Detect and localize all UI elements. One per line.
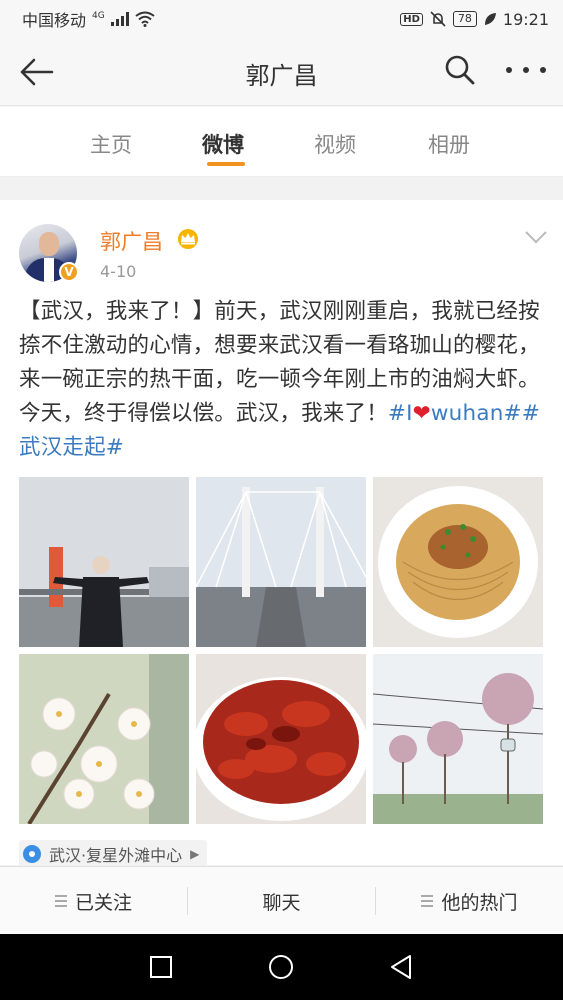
location-tag[interactable]: 武汉·复星外滩中心 ▶ [19, 840, 208, 865]
wifi-icon [135, 11, 155, 27]
battery-icon: 78 [452, 11, 477, 27]
profile-tabs: 主页 微博 视频 相册 [0, 107, 563, 177]
signal-icon [110, 12, 129, 26]
status-bar: 中国移动 4G HD 78 19:21 [0, 0, 563, 38]
photo-cherry-blossom[interactable] [19, 654, 189, 824]
hot-posts-button[interactable]: 他的热门 [376, 867, 563, 935]
photo-bridge[interactable] [196, 477, 366, 647]
page-title: 郭广昌 [245, 62, 318, 90]
hd-icon: HD [400, 12, 423, 26]
post-text: 【武汉，我来了！】前天，武汉刚刚重启，我就已经按捺不住激动的心情，想要来武汉看一… [19, 295, 549, 465]
photo-hot-dry-noodles[interactable] [373, 477, 543, 647]
network-label: 4G [92, 11, 105, 21]
tab-album[interactable]: 相册 [428, 129, 470, 159]
recent-apps-icon[interactable] [149, 955, 173, 979]
tab-weibo[interactable]: 微博 [202, 129, 244, 159]
carrier-label: 中国移动 [22, 11, 87, 30]
post-date: 4-10 [100, 262, 137, 281]
chevron-down-icon[interactable] [524, 230, 548, 244]
following-label: 已关注 [74, 891, 132, 914]
leaf-icon [484, 13, 496, 25]
active-tab-indicator [207, 162, 245, 166]
back-triangle-icon[interactable] [388, 953, 414, 981]
system-nav-bar [0, 934, 563, 1000]
more-options-icon[interactable] [506, 54, 546, 86]
tag-prefix: #I [387, 401, 413, 426]
tag-suffix: wuhan# [430, 401, 522, 426]
tab-video[interactable]: 视频 [314, 129, 356, 159]
crown-icon [178, 229, 198, 249]
location-label: 武汉·复星外滩中心 [49, 846, 183, 865]
post-author-name[interactable]: 郭广昌 [100, 226, 163, 256]
hot-posts-label: 他的热门 [441, 891, 518, 914]
menu-lines-icon [54, 895, 67, 907]
photo-crayfish[interactable] [196, 654, 366, 824]
menu-lines-icon [421, 895, 434, 907]
photo-man-on-bridge[interactable] [19, 477, 189, 647]
following-button[interactable]: 已关注 [0, 867, 187, 935]
photo-cable-car-blossom[interactable] [373, 654, 543, 824]
topic-tag-i-love-wuhan[interactable]: #I❤wuhan# [388, 401, 522, 426]
location-pin-icon [23, 845, 41, 863]
top-nav-bar: 郭广昌 [0, 38, 563, 106]
chat-button[interactable]: 聊天 [188, 867, 375, 935]
heart-icon: ❤ [412, 401, 431, 426]
mute-icon [430, 11, 446, 27]
weibo-post-card: V 郭广昌 4-10 【武汉，我来了！】前天，武汉刚刚重启，我就已经按捺不住激动… [0, 200, 563, 865]
search-icon[interactable] [444, 54, 476, 86]
clock: 19:21 [502, 9, 549, 29]
chat-label: 聊天 [262, 891, 301, 914]
home-icon[interactable] [267, 953, 295, 981]
tab-home[interactable]: 主页 [90, 129, 132, 159]
bottom-action-bar: 已关注 聊天 他的热门 [0, 866, 563, 934]
verified-v-icon: V [59, 262, 79, 282]
play-arrow-icon: ▶ [190, 847, 200, 861]
section-divider [0, 178, 563, 200]
